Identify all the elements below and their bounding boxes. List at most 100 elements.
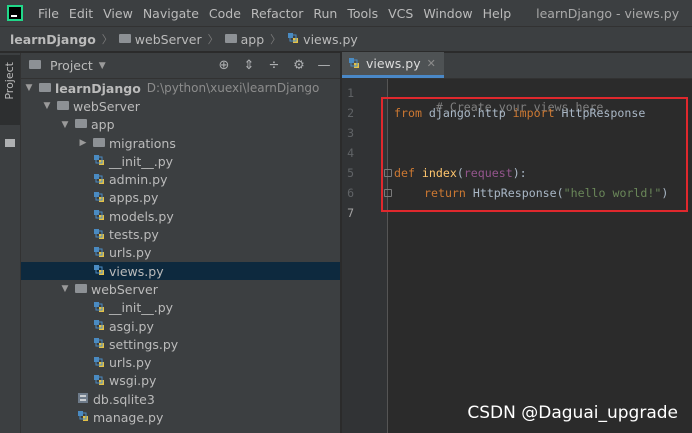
tree-node-file-selected[interactable]: views.py — [21, 261, 340, 281]
tree-node-manage[interactable]: manage.py — [21, 408, 340, 426]
menu-file[interactable]: File — [33, 6, 64, 21]
tree-label: admin.py — [109, 172, 168, 188]
python-file-icon — [94, 246, 104, 257]
breadcrumb-app[interactable]: app — [241, 32, 265, 47]
tree-node-file[interactable]: models.py — [21, 207, 340, 225]
project-panel-title[interactable]: Project — [50, 58, 93, 73]
tree-label: webServer — [91, 281, 158, 297]
folder-icon — [39, 82, 51, 92]
code-keyword: import — [512, 106, 555, 120]
chevron-down-icon[interactable]: ▼ — [41, 101, 53, 111]
python-file-icon — [288, 33, 299, 43]
tree-label: webServer — [73, 98, 140, 114]
menu-window[interactable]: Window — [418, 6, 477, 21]
tree-label: urls.py — [109, 355, 152, 371]
project-tool-tab[interactable]: Project — [0, 55, 20, 125]
menu-run[interactable]: Run — [308, 6, 342, 21]
structure-icon[interactable] — [5, 139, 15, 147]
tree-node-file[interactable]: wsgi.py — [21, 372, 340, 390]
chevron-down-icon[interactable]: ▼ — [23, 83, 35, 93]
code-line-2: from django.http import HttpResponse — [394, 106, 645, 120]
editor-tab-views[interactable]: views.py ✕ — [342, 52, 444, 78]
tree-node-file[interactable]: apps.py — [21, 189, 340, 207]
code-function-name: index — [414, 166, 457, 180]
code-punctuation: ) — [661, 186, 669, 200]
folder-icon — [75, 119, 87, 129]
folder-icon — [75, 283, 87, 293]
tree-node-webserver-inner[interactable]: ▼ webServer — [21, 280, 340, 298]
chevron-down-icon[interactable]: ▼ — [59, 120, 71, 130]
code-parameter: request — [463, 166, 513, 180]
python-file-icon — [94, 301, 104, 312]
tree-node-file[interactable]: urls.py — [21, 353, 340, 371]
tree-node-file[interactable]: settings.py — [21, 335, 340, 353]
code-keyword: from — [394, 106, 422, 120]
menu-edit[interactable]: Edit — [64, 6, 98, 21]
breadcrumb-file[interactable]: views.py — [303, 32, 358, 47]
chevron-right-icon[interactable]: ▶ — [77, 138, 89, 148]
chevron-down-icon[interactable]: ▼ — [99, 61, 106, 71]
breadcrumb-project[interactable]: learnDjango — [10, 32, 96, 47]
code-editor: views.py ✕ 1 2 3 4 5 6 7 # Create your v… — [342, 52, 692, 433]
close-icon[interactable]: ✕ — [427, 57, 436, 70]
menu-navigate[interactable]: Navigate — [138, 6, 204, 21]
minimize-icon[interactable]: — — [316, 58, 332, 73]
tree-label: views.py — [109, 263, 164, 279]
breadcrumb-separator-icon: 〉 — [207, 33, 219, 46]
project-panel-header: Project ▼ ⊕ ⇕ ÷ ⚙ — — [21, 53, 340, 79]
tree-node-root[interactable]: ▼ learnDjango D:\python\xuexi\learnDjang… — [21, 79, 340, 97]
code-keyword: def — [394, 166, 415, 180]
project-tool-tab-label: Project — [3, 62, 16, 100]
project-tree: ▼ learnDjango D:\python\xuexi\learnDjang… — [21, 79, 340, 427]
code-area[interactable]: # Create your views here. from django.ht… — [394, 79, 692, 433]
python-file-icon — [94, 338, 104, 349]
python-file-icon — [78, 411, 88, 422]
database-file-icon — [78, 393, 88, 404]
tree-label: apps.py — [109, 190, 159, 206]
pycharm-logo-icon — [7, 5, 23, 21]
line-number: 6 — [347, 186, 354, 200]
breadcrumb-separator-icon: 〉 — [270, 33, 282, 46]
menu-view[interactable]: View — [98, 6, 138, 21]
collapse-all-icon[interactable]: ÷ — [266, 58, 282, 73]
tree-label: learnDjango — [55, 80, 141, 96]
menu-refactor[interactable]: Refactor — [246, 6, 308, 21]
menu-code[interactable]: Code — [204, 6, 246, 21]
python-file-icon — [94, 356, 104, 367]
tree-node-migrations[interactable]: ▶ migrations — [21, 134, 340, 152]
tree-label: asgi.py — [109, 318, 154, 334]
code-line-6: return HttpResponse("hello world!") — [424, 186, 668, 200]
tree-node-db[interactable]: db.sqlite3 — [21, 390, 340, 408]
fold-marker-icon[interactable] — [384, 169, 392, 177]
line-number: 3 — [347, 126, 354, 140]
line-number: 1 — [347, 86, 354, 100]
tree-label: db.sqlite3 — [93, 391, 155, 407]
tree-node-file[interactable]: asgi.py — [21, 317, 340, 335]
expand-all-icon[interactable]: ⇕ — [241, 58, 257, 73]
tree-node-file[interactable]: tests.py — [21, 225, 340, 243]
tree-node-webserver-outer[interactable]: ▼ webServer — [21, 97, 340, 115]
fold-marker-icon[interactable] — [384, 189, 392, 197]
chevron-down-icon[interactable]: ▼ — [59, 284, 71, 294]
tree-label: urls.py — [109, 245, 152, 261]
locate-icon[interactable]: ⊕ — [216, 58, 232, 73]
tree-node-app[interactable]: ▼ app — [21, 116, 340, 134]
tree-node-file[interactable]: urls.py — [21, 244, 340, 262]
tree-label: settings.py — [109, 336, 179, 352]
menu-help[interactable]: Help — [478, 6, 517, 21]
python-file-icon — [94, 320, 104, 330]
tree-node-file[interactable]: __init__.py — [21, 299, 340, 317]
breadcrumb-webserver[interactable]: webServer — [135, 32, 202, 47]
tree-label: tests.py — [109, 227, 159, 243]
tree-node-file[interactable]: admin.py — [21, 170, 340, 188]
window-title: learnDjango - views.py — [536, 5, 680, 21]
breadcrumb-separator-icon: 〉 — [101, 33, 113, 46]
menu-tools[interactable]: Tools — [342, 6, 383, 21]
tree-node-file[interactable]: __init__.py — [21, 152, 340, 170]
menu-vcs[interactable]: VCS — [383, 6, 418, 21]
python-file-icon — [349, 57, 359, 68]
line-number: 4 — [347, 146, 354, 160]
gear-icon[interactable]: ⚙ — [291, 58, 307, 73]
code-identifier: HttpResponse — [554, 106, 646, 120]
python-file-icon — [94, 265, 104, 276]
